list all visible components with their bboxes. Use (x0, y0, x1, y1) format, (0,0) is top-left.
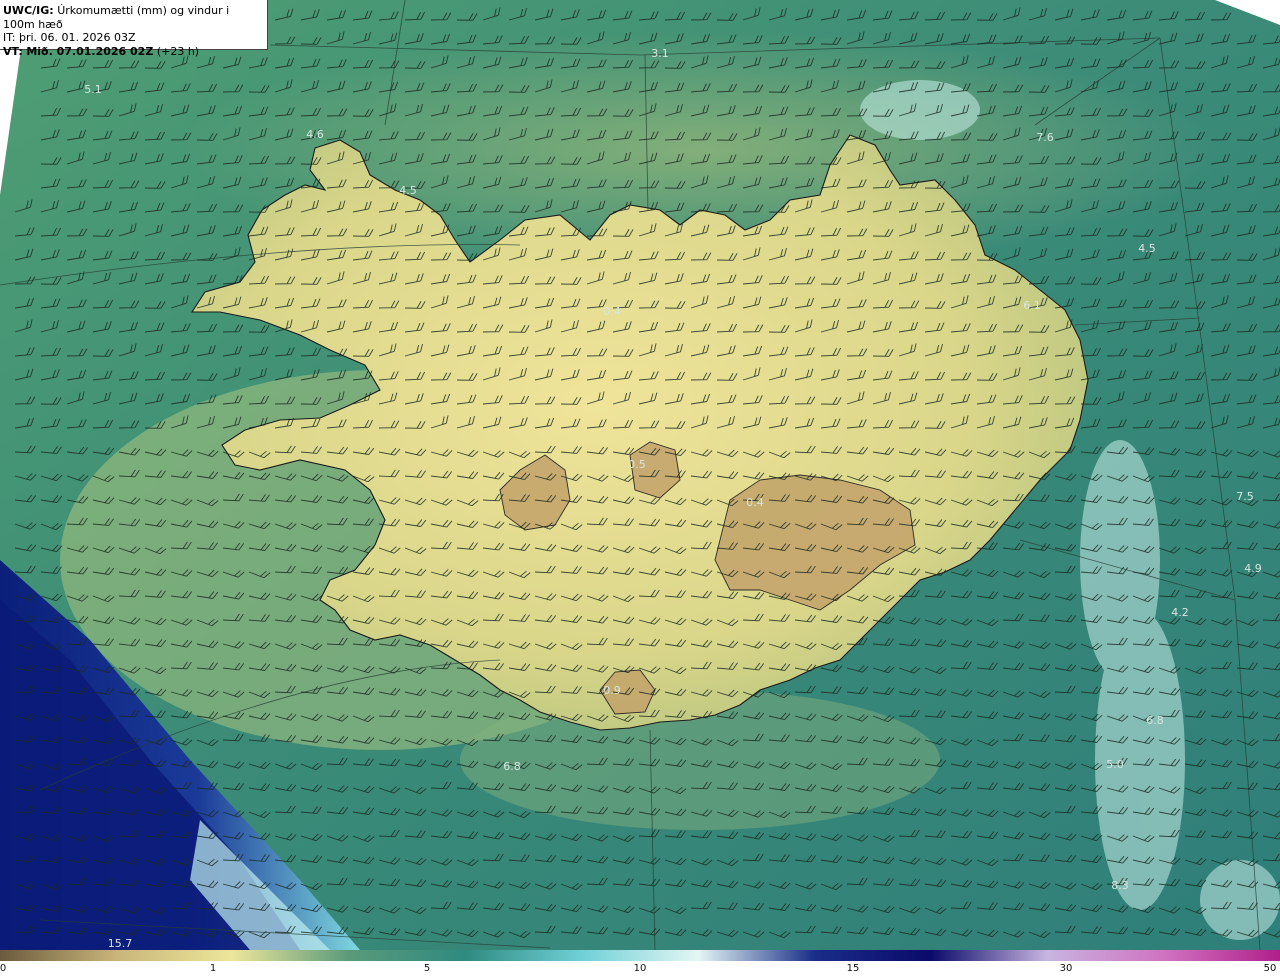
map-value-label: 15.7 (108, 937, 133, 950)
map-value-label: 0.4 (603, 305, 621, 318)
valid-time-line: VT: Mið. 07.01.2026 02Z (+23 h) (3, 45, 264, 59)
colorbar-tick-label: 0 (0, 963, 7, 974)
forecast-offset: (+23 h) (156, 44, 200, 58)
init-time: IT: þri. 06. 01. 2026 03Z (3, 31, 136, 44)
map-value-label: 0.5 (628, 458, 646, 471)
map-value-label: 4.9 (1244, 562, 1262, 575)
map-value-label: 6.1 (1023, 299, 1041, 312)
map-value-label: 4.5 (399, 184, 417, 197)
valid-time-label: VT: (3, 44, 23, 58)
map-info-box: UWC/IG: Úrkomumætti (mm) og vindur i 100… (0, 0, 268, 58)
colorbar-tick-label: 15 (846, 963, 860, 974)
map-value-label: 7.5 (1236, 490, 1254, 503)
model-label: UWC/IG: (3, 4, 54, 17)
colorbar-tick-label: 5 (423, 963, 431, 974)
map-value-label: 5.0 (1106, 758, 1124, 771)
map-value-label: 6.8 (503, 760, 521, 773)
map-value-label: 4.2 (1171, 606, 1189, 619)
title-line: UWC/IG: Úrkomumætti (mm) og vindur i 100… (3, 4, 264, 31)
map-value-label: 4.5 (1138, 242, 1156, 255)
colorbar-gradient (0, 950, 1280, 961)
map-value-label: 4.6 (306, 128, 324, 141)
colorbar-tick-label: 10 (633, 963, 647, 974)
colorbar-tick-label: 30 (1059, 963, 1073, 974)
colorbar: 0 1 5 10 15 30 50 (0, 950, 1280, 978)
colorbar-tick-label: 1 (209, 963, 217, 974)
map-value-label: 8.3 (1111, 879, 1129, 892)
colorbar-tick-label: 50 (1263, 963, 1277, 974)
map-value-label: 6.8 (1146, 714, 1164, 727)
valid-time: Mið. 07.01.2026 02Z (26, 44, 154, 58)
map-value-label: 3.1 (651, 47, 669, 60)
precipitation-wind-map: 5.1 3.1 4.6 4.5 7.6 4.5 6.1 7.5 4.9 4.2 6.8 5.0 8.3 6… (0, 0, 1280, 950)
map-value-label: 0.9 (603, 684, 621, 697)
map-value-label: 7.6 (1036, 131, 1054, 144)
map-value-label: 0.4 (746, 496, 764, 509)
map-value-label: 5.1 (84, 83, 102, 96)
